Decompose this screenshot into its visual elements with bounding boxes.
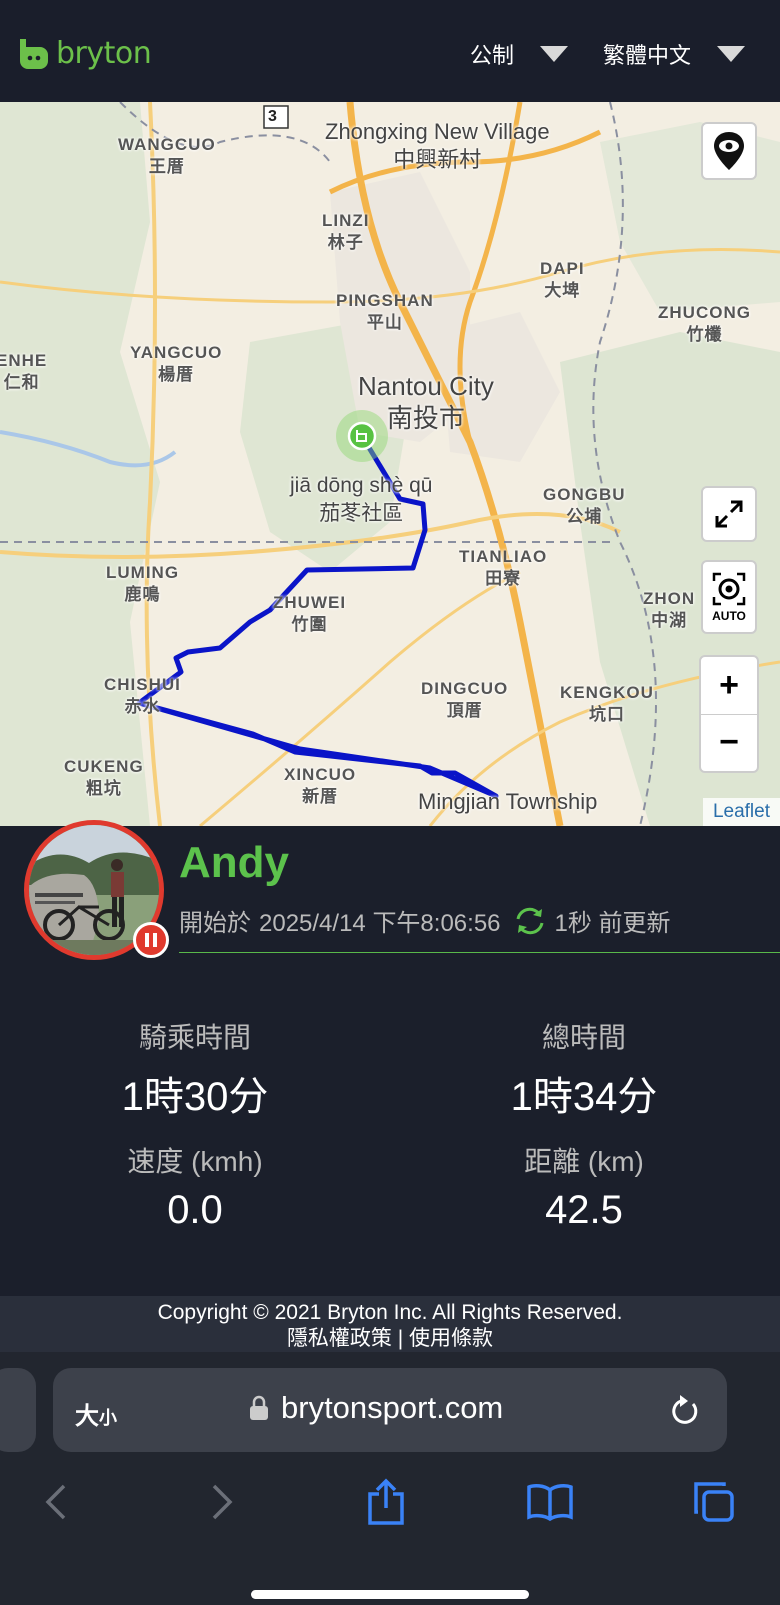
share-button[interactable] bbox=[356, 1472, 416, 1532]
started-label: 開始於 bbox=[179, 910, 251, 937]
map-label: ZHON 中湖 bbox=[643, 589, 696, 630]
dropdown-arrow-icon bbox=[540, 46, 569, 62]
zoom-out-button[interactable]: − bbox=[701, 713, 757, 771]
home-indicator bbox=[251, 1590, 529, 1599]
map-label: ZHUCONG 竹欉 bbox=[658, 303, 751, 344]
map-label: DAPI 大埤 bbox=[540, 259, 585, 300]
map-label: ZHUWEI 竹圍 bbox=[273, 593, 347, 634]
url-display[interactable]: brytonsport.com bbox=[249, 1390, 503, 1426]
ride-time-stat: 騎乘時間 1時30分 bbox=[45, 1016, 345, 1122]
zoom-control: + − bbox=[699, 655, 759, 773]
auto-label: AUTO bbox=[712, 609, 746, 623]
ride-time-label: 騎乘時間 bbox=[138, 1022, 251, 1053]
speed-label: 速度 (kmh) bbox=[127, 1146, 263, 1177]
divider bbox=[179, 952, 780, 953]
map-label: PINGSHAN 平山 bbox=[336, 291, 434, 332]
expand-icon bbox=[715, 500, 743, 528]
map-label: jiā dōng shè qū 茄苳社區 bbox=[290, 474, 433, 525]
map-label: KENGKOU 坑口 bbox=[560, 683, 654, 724]
route-map[interactable]: 3 WANGCUO 王厝 Zhongxing New Village 中興新村 LI… bbox=[0, 102, 780, 826]
dropdown-arrow-icon bbox=[717, 46, 746, 62]
map-label: Mingjian Township bbox=[418, 789, 598, 814]
distance-stat: 距離 (km) 42.5 bbox=[434, 1140, 734, 1233]
chevron-right-icon bbox=[212, 1484, 233, 1520]
speed-value: 0.0 bbox=[167, 1188, 223, 1232]
units-select[interactable]: 公制 bbox=[470, 38, 569, 70]
browser-toolbar bbox=[0, 1472, 780, 1532]
rider-name: Andy bbox=[179, 838, 289, 887]
pause-status-icon bbox=[133, 922, 169, 958]
updated-text: 1秒 前更新 bbox=[554, 910, 671, 937]
map-label: Zhongxing New Village 中興新村 bbox=[325, 119, 550, 172]
tabs-icon bbox=[694, 1482, 734, 1522]
address-bar[interactable]: 大小 brytonsport.com bbox=[53, 1368, 727, 1452]
copyright-text: Copyright © 2021 Bryton Inc. All Rights … bbox=[157, 1301, 623, 1324]
map-label: LINZI 林子 bbox=[322, 211, 370, 252]
auto-center-icon bbox=[712, 572, 746, 606]
road-shield-label: 3 bbox=[268, 108, 278, 125]
bookmarks-button[interactable] bbox=[520, 1472, 580, 1532]
distance-value: 42.5 bbox=[545, 1188, 623, 1232]
lock-icon bbox=[250, 1395, 268, 1420]
map-label: GONGBU 公埔 bbox=[543, 485, 626, 526]
ride-meta: 開始於 2025/4/14 下午8:06:56 1秒 前更新 bbox=[179, 903, 671, 938]
previous-tab[interactable] bbox=[0, 1368, 36, 1452]
show-location-button[interactable] bbox=[701, 122, 757, 180]
distance-label: 距離 (km) bbox=[524, 1146, 644, 1177]
ride-time-value: 1時30分 bbox=[121, 1075, 269, 1119]
app-header: bryton 公制 繁體中文 bbox=[0, 0, 780, 102]
language-select-value: 繁體中文 bbox=[603, 43, 692, 68]
zoom-in-button[interactable]: + bbox=[701, 657, 757, 714]
book-icon bbox=[527, 1484, 573, 1522]
reload-icon[interactable] bbox=[667, 1392, 701, 1428]
map-label: WANGCUO 王厝 bbox=[118, 135, 216, 176]
url-text: brytonsport.com bbox=[281, 1390, 504, 1425]
auto-follow-button[interactable]: AUTO bbox=[701, 560, 757, 634]
total-time-value: 1時34分 bbox=[510, 1075, 658, 1119]
map-label: LUMING 鹿鳴 bbox=[106, 563, 180, 604]
back-button[interactable] bbox=[26, 1472, 86, 1532]
map-label: XINCUO 新厝 bbox=[284, 765, 357, 806]
map-label: DINGCUO 頂厝 bbox=[421, 679, 509, 720]
forward-button[interactable] bbox=[192, 1472, 252, 1532]
chevron-left-icon bbox=[45, 1484, 66, 1520]
text-size-button[interactable]: 大小 bbox=[75, 1396, 117, 1431]
browser-chrome: 大小 brytonsport.com bbox=[0, 1352, 780, 1605]
fullscreen-button[interactable] bbox=[701, 486, 757, 542]
total-time-stat: 總時間 1時34分 bbox=[434, 1016, 734, 1122]
location-eye-icon bbox=[714, 132, 744, 170]
units-select-value: 公制 bbox=[470, 43, 515, 68]
speed-stat: 速度 (kmh) 0.0 bbox=[45, 1140, 345, 1233]
map-label: Nantou City 南投市 bbox=[358, 371, 494, 433]
map-label: CHISHUI 赤水 bbox=[104, 675, 181, 716]
total-time-label: 總時間 bbox=[541, 1022, 626, 1053]
bryton-logo-icon bbox=[20, 38, 48, 69]
tabs-button[interactable] bbox=[684, 1472, 744, 1532]
map-label: TIANLIAO 田寮 bbox=[459, 547, 548, 588]
refresh-icon[interactable] bbox=[513, 906, 547, 936]
brand-name: bryton bbox=[56, 36, 152, 71]
map-label: CUKENG 粗坑 bbox=[64, 757, 144, 798]
language-select[interactable]: 繁體中文 bbox=[603, 38, 746, 70]
start-time: 2025/4/14 下午8:06:56 bbox=[259, 910, 501, 937]
share-icon bbox=[368, 1478, 404, 1525]
page-footer: Copyright © 2021 Bryton Inc. All Rights … bbox=[0, 1296, 780, 1352]
bryton-logo[interactable]: bryton bbox=[16, 36, 152, 71]
map-label: ENHE 仁和 bbox=[0, 351, 48, 392]
leaflet-attribution-link[interactable]: Leaflet bbox=[702, 798, 780, 826]
map-label: YANGCUO 楊厝 bbox=[130, 343, 223, 384]
policy-links[interactable]: 隱私權政策 | 使用條款 bbox=[0, 1326, 780, 1352]
